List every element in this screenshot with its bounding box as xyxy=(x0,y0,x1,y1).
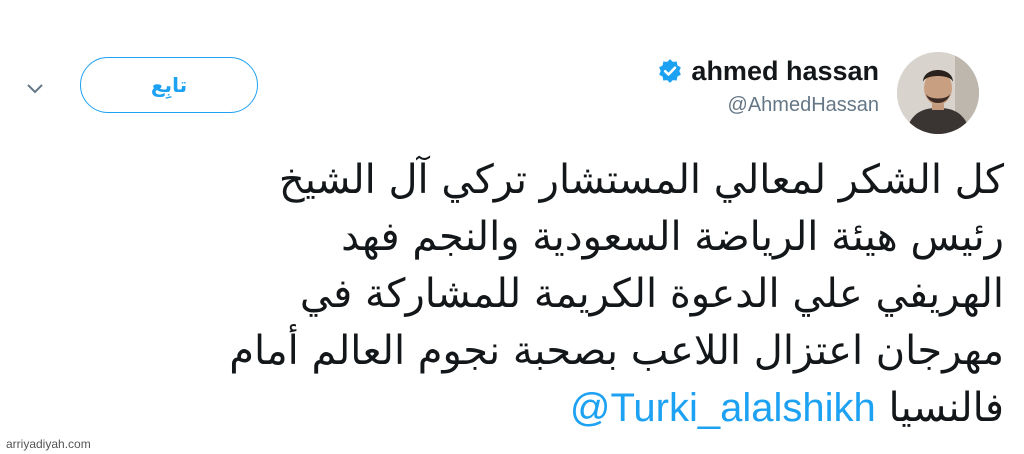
chevron-down-icon xyxy=(27,84,43,94)
more-options-button[interactable] xyxy=(18,74,52,104)
author-handle[interactable]: @AhmedHassan xyxy=(728,94,879,117)
tweet-text: كل الشكر لمعالي المستشار تركي آل الشيخ ر… xyxy=(44,152,1004,437)
mention-link[interactable]: @Turki_alalshikh xyxy=(570,386,876,430)
author-display-name[interactable]: ahmed hassan xyxy=(691,56,879,87)
tweet-line: الهريفي علي الدعوة الكريمة للمشاركة في xyxy=(299,271,1004,317)
verified-badge-icon xyxy=(659,59,682,83)
avatar-photo xyxy=(897,52,979,134)
watermark: arriyadiyah.com xyxy=(6,437,91,451)
tweet-line-last: فالنسيا @Turki_alalshikh xyxy=(44,380,1004,437)
tweet-line: كل الشكر لمعالي المستشار تركي آل الشيخ xyxy=(278,157,1004,203)
tweet-line: مهرجان اعتزال اللاعب بصحبة نجوم العالم أ… xyxy=(229,328,1004,374)
tweet-line: رئيس هيئة الرياضة السعودية والنجم فهد xyxy=(341,214,1004,260)
tweet-last-line-text: فالنسيا xyxy=(888,385,1004,431)
avatar[interactable] xyxy=(897,52,979,134)
author-name-row[interactable]: ahmed hassan xyxy=(657,55,879,87)
follow-button[interactable]: تابِع xyxy=(80,57,258,113)
